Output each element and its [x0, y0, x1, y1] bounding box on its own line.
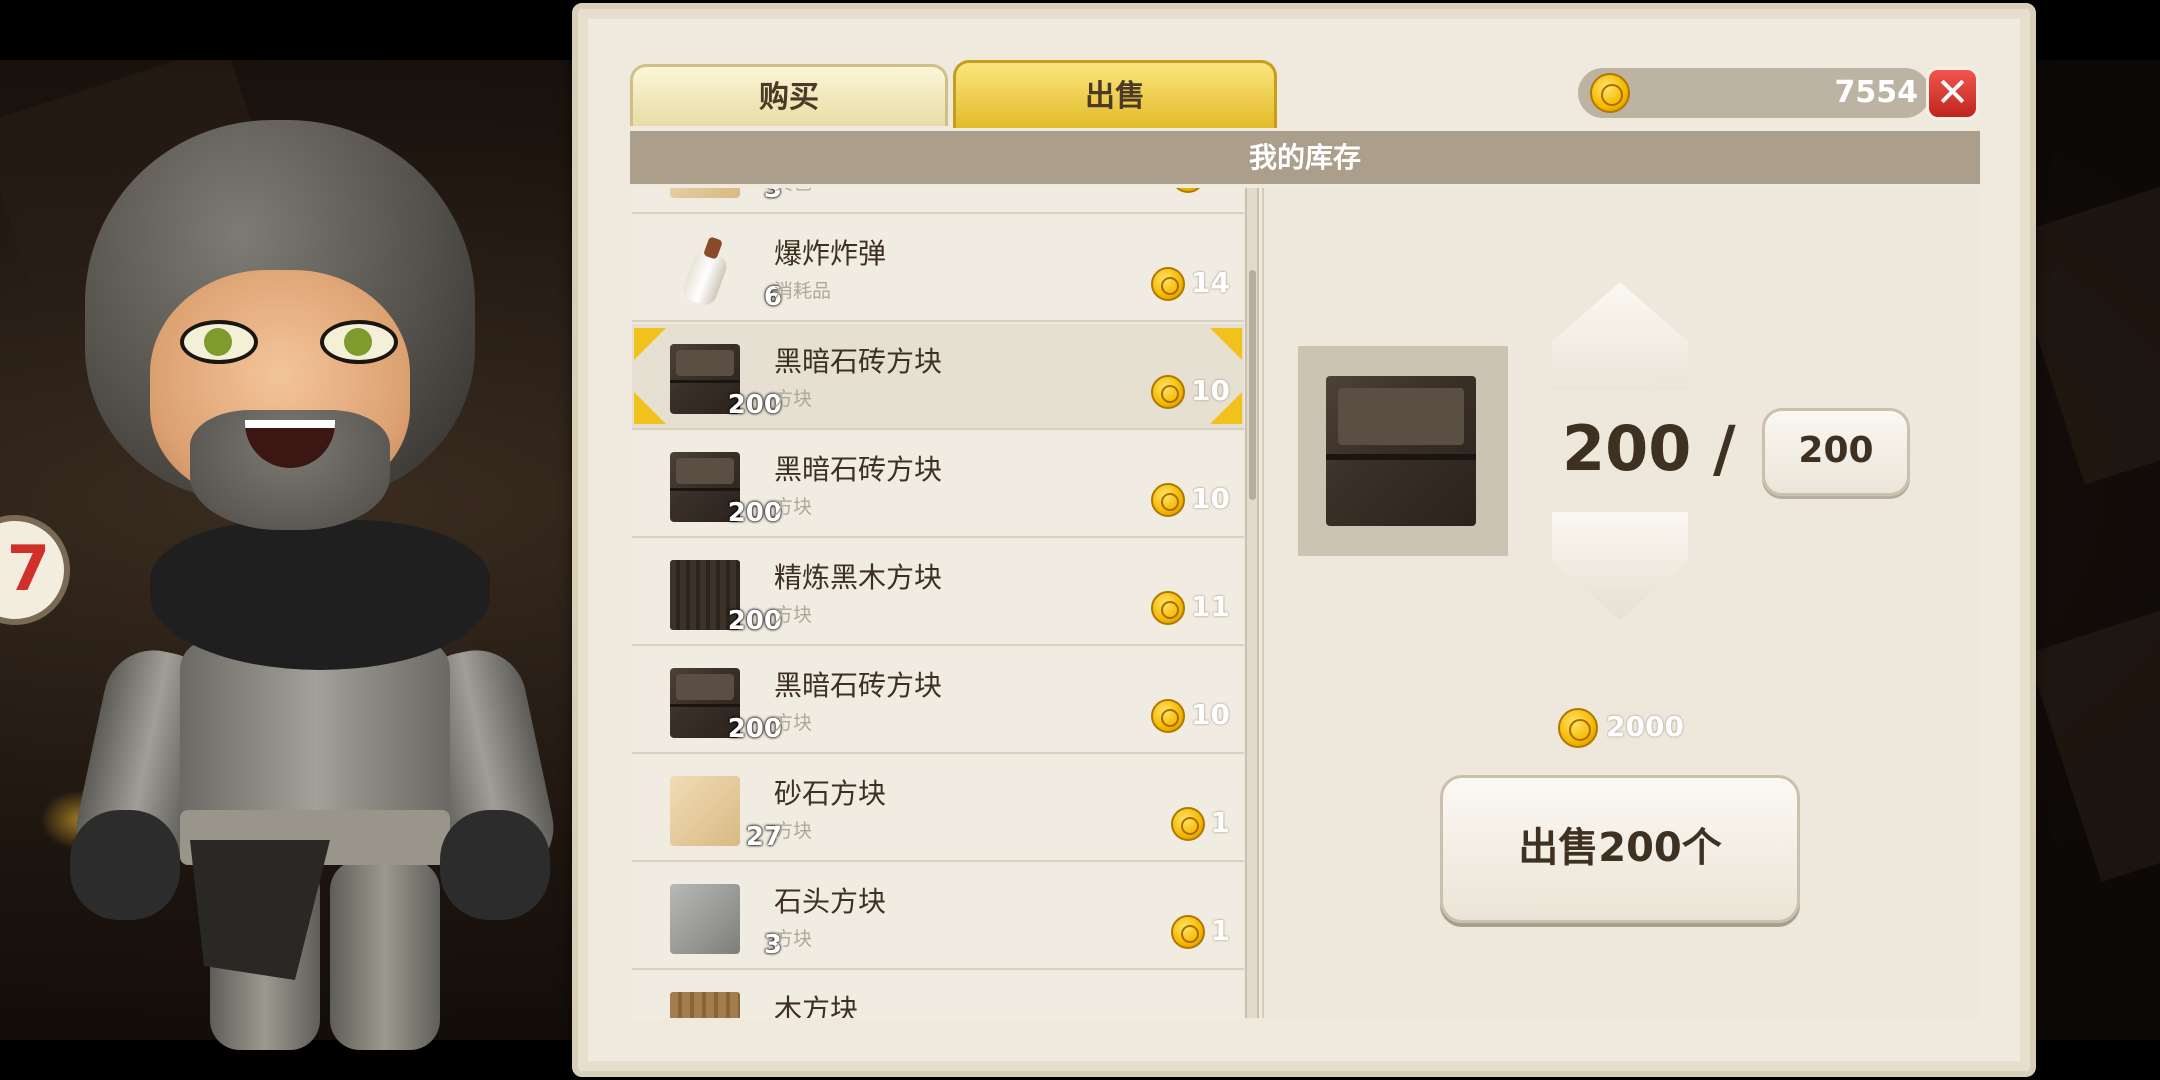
- inventory-header: 我的库存: [630, 131, 1980, 184]
- item-quantity: 3: [763, 930, 782, 960]
- item-quantity: 200: [727, 714, 782, 744]
- item-quantity: 200: [727, 390, 782, 420]
- item-name: 爆炸炸弹: [774, 237, 887, 270]
- item-category: 方块: [774, 820, 813, 842]
- item-price: 11: [1151, 590, 1230, 625]
- item-name: 木方块: [774, 993, 859, 1018]
- panel-divider: [1262, 188, 1264, 1018]
- inventory-list[interactable]: 3粪色56爆炸炸弹消耗品14200黑暗石砖方块方块10200黑暗石砖方块方块10…: [632, 188, 1244, 1018]
- character-eye-right: [320, 320, 398, 364]
- item-price-value: 1: [1210, 806, 1230, 839]
- coin-balance-amount: 7554: [1834, 75, 1919, 110]
- item-price-value: 10: [1191, 482, 1230, 515]
- item-quantity: 3: [763, 188, 782, 204]
- item-price: 10: [1151, 482, 1230, 517]
- item-price: 5: [1170, 188, 1230, 193]
- item-category: 方块: [774, 712, 813, 734]
- sell-button[interactable]: 出售200个: [1440, 775, 1800, 923]
- item-price-value: 11: [1191, 590, 1230, 623]
- inventory-scrollbar[interactable]: [1245, 188, 1259, 1018]
- item-category: 方块: [774, 604, 813, 626]
- item-quantity: 6: [763, 282, 782, 312]
- plank-icon: [670, 992, 740, 1018]
- item-quantity: 27: [745, 822, 782, 852]
- gold-coin-icon: [1170, 807, 1205, 841]
- item-category: 方块: [774, 928, 813, 950]
- inventory-row[interactable]: 木方块: [632, 972, 1244, 1018]
- inventory-row[interactable]: 3粪色 5: [632, 188, 1244, 214]
- item-name: 石头方块: [774, 885, 887, 918]
- item-price-value: 5: [1211, 188, 1230, 191]
- selection-corner-icon: [1210, 328, 1242, 360]
- character-leg-right: [330, 860, 440, 1050]
- character-fist-left: [70, 810, 180, 920]
- gold-coin-icon: [1151, 267, 1186, 301]
- inventory-row[interactable]: 200 黑暗石砖方块方块 10: [632, 648, 1244, 754]
- item-preview: [1298, 346, 1508, 556]
- inventory-row[interactable]: 200 黑暗石砖方块方块 10: [632, 432, 1244, 538]
- gold-coin-icon: [1151, 699, 1186, 733]
- total-price: 2000: [1558, 708, 1684, 748]
- character-eye-left: [180, 320, 258, 364]
- gold-coin-icon: [1151, 591, 1186, 625]
- gold-coin-icon: [1170, 915, 1205, 949]
- item-price: 14: [1151, 266, 1230, 301]
- item-category: 方块: [774, 388, 813, 410]
- tab-buy[interactable]: 购买: [630, 64, 948, 126]
- tab-sell[interactable]: 出售: [953, 60, 1277, 128]
- inventory-row[interactable]: 200 精炼黑木方块方块 11: [632, 540, 1244, 646]
- item-price-value: 14: [1191, 266, 1230, 299]
- scene-block: [2027, 598, 2160, 882]
- gold-coin-icon: [1151, 375, 1186, 409]
- player-character: [67, 120, 563, 1060]
- item-quantity: 200: [727, 498, 782, 528]
- dark-brick-block-icon: [1326, 376, 1476, 526]
- item-category: 方块: [774, 496, 813, 518]
- item-price: 10: [1151, 698, 1230, 733]
- selection-corner-icon: [634, 328, 666, 360]
- inventory-row[interactable]: 6 爆炸炸弹消耗品 14: [632, 216, 1244, 322]
- item-name: 砂石方块: [774, 777, 887, 810]
- inventory-row[interactable]: 3 石头方块方块 1: [632, 864, 1244, 970]
- character-fist-right: [440, 810, 550, 920]
- item-category: 粪色: [774, 188, 812, 195]
- coin-balance: 7554: [1578, 68, 1930, 118]
- inventory-row[interactable]: 27 砂石方块方块 1: [632, 756, 1244, 862]
- total-price-value: 2000: [1606, 710, 1684, 743]
- item-name: 黑暗石砖方块: [774, 345, 943, 378]
- item-price-value: 10: [1191, 698, 1230, 731]
- gold-coin-icon: [1151, 483, 1186, 517]
- item-name: 黑暗石砖方块: [774, 453, 943, 486]
- gold-coin-icon: [1558, 708, 1598, 748]
- gold-coin-icon: [1590, 73, 1630, 113]
- item-quantity: 200: [727, 606, 782, 636]
- close-button[interactable]: ✕: [1926, 67, 1979, 120]
- item-price-value: 1: [1210, 914, 1230, 947]
- selection-corner-icon: [1210, 392, 1242, 424]
- sell-quantity: 200 /: [1562, 412, 1736, 485]
- scrollbar-thumb[interactable]: [1249, 270, 1256, 500]
- item-name: 黑暗石砖方块: [774, 669, 943, 702]
- character-scarf: [150, 520, 490, 670]
- max-quantity-button[interactable]: 200: [1762, 408, 1910, 496]
- item-name: 精炼黑木方块: [774, 561, 943, 594]
- item-price: 1: [1170, 914, 1230, 949]
- selection-corner-icon: [634, 392, 666, 424]
- gold-coin-icon: [1170, 188, 1205, 193]
- inventory-row[interactable]: 200 黑暗石砖方块 方块 10: [632, 324, 1244, 430]
- item-category: 消耗品: [774, 280, 832, 302]
- item-price: 1: [1170, 806, 1230, 841]
